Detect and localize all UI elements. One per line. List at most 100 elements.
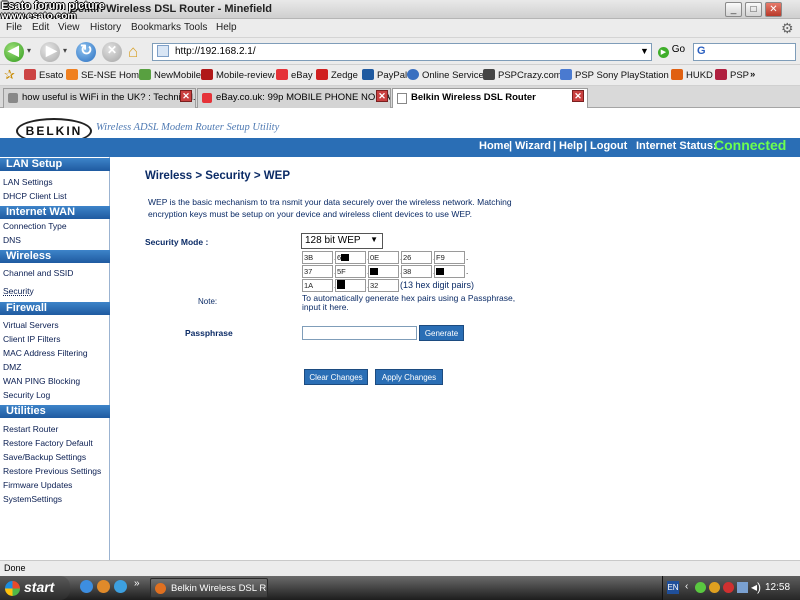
- home-button[interactable]: ⌂: [128, 42, 138, 62]
- hex-key-field[interactable]: 37: [302, 265, 333, 278]
- hex-key-field[interactable]: [368, 265, 399, 278]
- sidebar-item-security[interactable]: Security: [3, 286, 34, 296]
- bookmark-newmobile[interactable]: NewMobile: [139, 69, 201, 81]
- hex-key-field[interactable]: 1A: [302, 279, 333, 292]
- sidebar-item-dns[interactable]: DNS: [3, 235, 21, 245]
- language-indicator-icon[interactable]: EN: [667, 581, 679, 594]
- sidebar-item-mac-address-filtering[interactable]: MAC Address Filtering: [3, 348, 88, 358]
- tab-belkin-router[interactable]: Belkin Wireless DSL Router: [392, 88, 588, 109]
- hex-key-field[interactable]: F9: [434, 251, 465, 264]
- bookmarks-overflow-chevron[interactable]: »: [750, 69, 755, 80]
- header-link-help[interactable]: Help: [559, 140, 583, 152]
- sidebar-item-restart-router[interactable]: Restart Router: [3, 424, 58, 434]
- tab-label: how useful is WiFi in the UK? : Technica…: [22, 92, 196, 103]
- bookmark-ebay[interactable]: eBay: [276, 69, 313, 81]
- quicklaunch-media-icon[interactable]: [97, 580, 110, 593]
- sidebar-item-dhcp-client-list[interactable]: DHCP Client List: [3, 191, 67, 201]
- quicklaunch-overflow-icon[interactable]: »: [134, 578, 140, 589]
- sidebar-item-client-ip-filters[interactable]: Client IP Filters: [3, 334, 60, 344]
- hex-key-field[interactable]: [434, 265, 465, 278]
- stop-icon: ✕: [107, 43, 118, 57]
- sidebar-item-dmz[interactable]: DMZ: [3, 362, 21, 372]
- hex-key-field[interactable]: 38: [401, 265, 432, 278]
- bookmark-pspcrazy[interactable]: PSPCrazy.com: [483, 69, 562, 81]
- menu-view[interactable]: View: [58, 22, 80, 33]
- quicklaunch-ie-icon[interactable]: [114, 580, 127, 593]
- bookmark-online-service[interactable]: Online Service: [407, 69, 484, 81]
- firefox-icon: [155, 583, 166, 594]
- apply-changes-button[interactable]: Apply Changes: [375, 369, 443, 385]
- tab-close-icon[interactable]: ✕: [572, 90, 584, 102]
- status-text: Done: [4, 563, 26, 573]
- sidebar-item-virtual-servers[interactable]: Virtual Servers: [3, 320, 59, 330]
- hex-key-field[interactable]: [335, 279, 366, 292]
- sidebar-item-restore-factory-default[interactable]: Restore Factory Default: [3, 438, 93, 448]
- hex-key-field[interactable]: 6: [335, 251, 366, 264]
- sidebar-item-connection-type[interactable]: Connection Type: [3, 221, 67, 231]
- header-link-wizard[interactable]: Wizard: [515, 140, 551, 152]
- sidebar-item-restore-previous-settings[interactable]: Restore Previous Settings: [3, 466, 101, 476]
- generate-button[interactable]: Generate: [419, 325, 464, 341]
- bookmark-psp-sony-playstation[interactable]: PSP Sony PlayStation ...: [560, 69, 679, 81]
- taskbar-window-button[interactable]: Belkin Wireless DSL R...: [150, 578, 268, 598]
- quicklaunch-browser-icon[interactable]: [80, 580, 93, 593]
- menu-tools[interactable]: Tools: [184, 22, 207, 33]
- header-link-logout[interactable]: Logout: [590, 140, 627, 152]
- forward-history-chevron-icon[interactable]: ▾: [63, 46, 67, 55]
- header-link-home[interactable]: Home: [479, 140, 510, 152]
- bookmark-star-icon[interactable]: ✰: [4, 67, 15, 83]
- go-button[interactable]: ▶ Go: [658, 44, 685, 58]
- url-dropdown-chevron-icon[interactable]: ▼: [640, 46, 649, 56]
- menu-file[interactable]: File: [6, 22, 22, 33]
- bookmark-esato[interactable]: Esato: [24, 69, 63, 81]
- sidebar-item-security-log[interactable]: Security Log: [3, 390, 50, 400]
- tray-network-icon[interactable]: [695, 582, 706, 593]
- tab-ebay[interactable]: eBay.co.uk: 99p MOBILE PHONE NOKIA ...: [197, 88, 391, 108]
- tray-volume-icon[interactable]: ◂): [751, 580, 761, 594]
- go-label: Go: [671, 44, 686, 55]
- menu-edit[interactable]: Edit: [32, 22, 49, 33]
- maximize-button[interactable]: □: [745, 2, 762, 17]
- menu-bookmarks[interactable]: Bookmarks: [131, 22, 181, 33]
- hex-key-field[interactable]: 5F: [335, 265, 366, 278]
- close-window-button[interactable]: ✕: [765, 2, 782, 17]
- sidebar-item-system-settings[interactable]: SystemSettings: [3, 494, 62, 504]
- menu-history[interactable]: History: [90, 22, 121, 33]
- bookmark-paypal[interactable]: PayPal: [362, 69, 407, 81]
- tab-bar: how useful is WiFi in the UK? : Technica…: [0, 86, 800, 109]
- tray-expand-chevron-icon[interactable]: ‹: [685, 581, 688, 592]
- screen: Belkin Wireless DSL Router - Minefield E…: [0, 0, 800, 600]
- redacted-mark: [341, 254, 350, 261]
- bookmark-hukd[interactable]: HUKD: [671, 69, 713, 81]
- sidebar-item-channel-and-ssid[interactable]: Channel and SSID: [3, 268, 73, 278]
- bookmark-zedge[interactable]: Zedge: [316, 69, 358, 81]
- hex-key-field[interactable]: 32: [368, 279, 399, 292]
- bookmark-mobile-review[interactable]: Mobile-review: [201, 69, 275, 81]
- sidebar-item-firmware-updates[interactable]: Firmware Updates: [3, 480, 72, 490]
- tray-bluetooth-icon[interactable]: [737, 582, 748, 593]
- note-text-line-2: input it here.: [302, 302, 349, 312]
- bookmark-se-nse-home[interactable]: SE-NSE Home: [66, 69, 144, 81]
- passphrase-input[interactable]: [302, 326, 417, 340]
- tab-close-icon[interactable]: ✕: [376, 90, 388, 102]
- tab-wifi-forum[interactable]: how useful is WiFi in the UK? : Technica…: [3, 88, 196, 108]
- menu-help[interactable]: Help: [216, 22, 237, 33]
- sidebar-item-lan-settings[interactable]: LAN Settings: [3, 177, 53, 187]
- back-history-chevron-icon[interactable]: ▾: [27, 46, 31, 55]
- tray-messenger-icon[interactable]: [709, 582, 720, 593]
- bookmark-psp[interactable]: PSP: [715, 69, 749, 81]
- minimize-button[interactable]: _: [725, 2, 742, 17]
- tab-close-icon[interactable]: ✕: [180, 90, 192, 102]
- hex-key-field[interactable]: 3B: [302, 251, 333, 264]
- security-mode-label: Security Mode :: [145, 237, 209, 247]
- search-input[interactable]: G: [693, 43, 796, 61]
- tray-antivirus-icon[interactable]: [723, 582, 734, 593]
- sidebar-item-save-backup-settings[interactable]: Save/Backup Settings: [3, 452, 86, 462]
- minimize-icon: _: [730, 4, 737, 15]
- menu-bar: File Edit View History Bookmarks Tools H…: [0, 19, 800, 38]
- hex-key-field[interactable]: 0E: [368, 251, 399, 264]
- clear-changes-button[interactable]: Clear Changes: [304, 369, 368, 385]
- hex-key-field[interactable]: 26: [401, 251, 432, 264]
- security-mode-select[interactable]: 128 bit WEP ▼: [301, 233, 383, 249]
- sidebar-item-wan-ping-blocking[interactable]: WAN PING Blocking: [3, 376, 80, 386]
